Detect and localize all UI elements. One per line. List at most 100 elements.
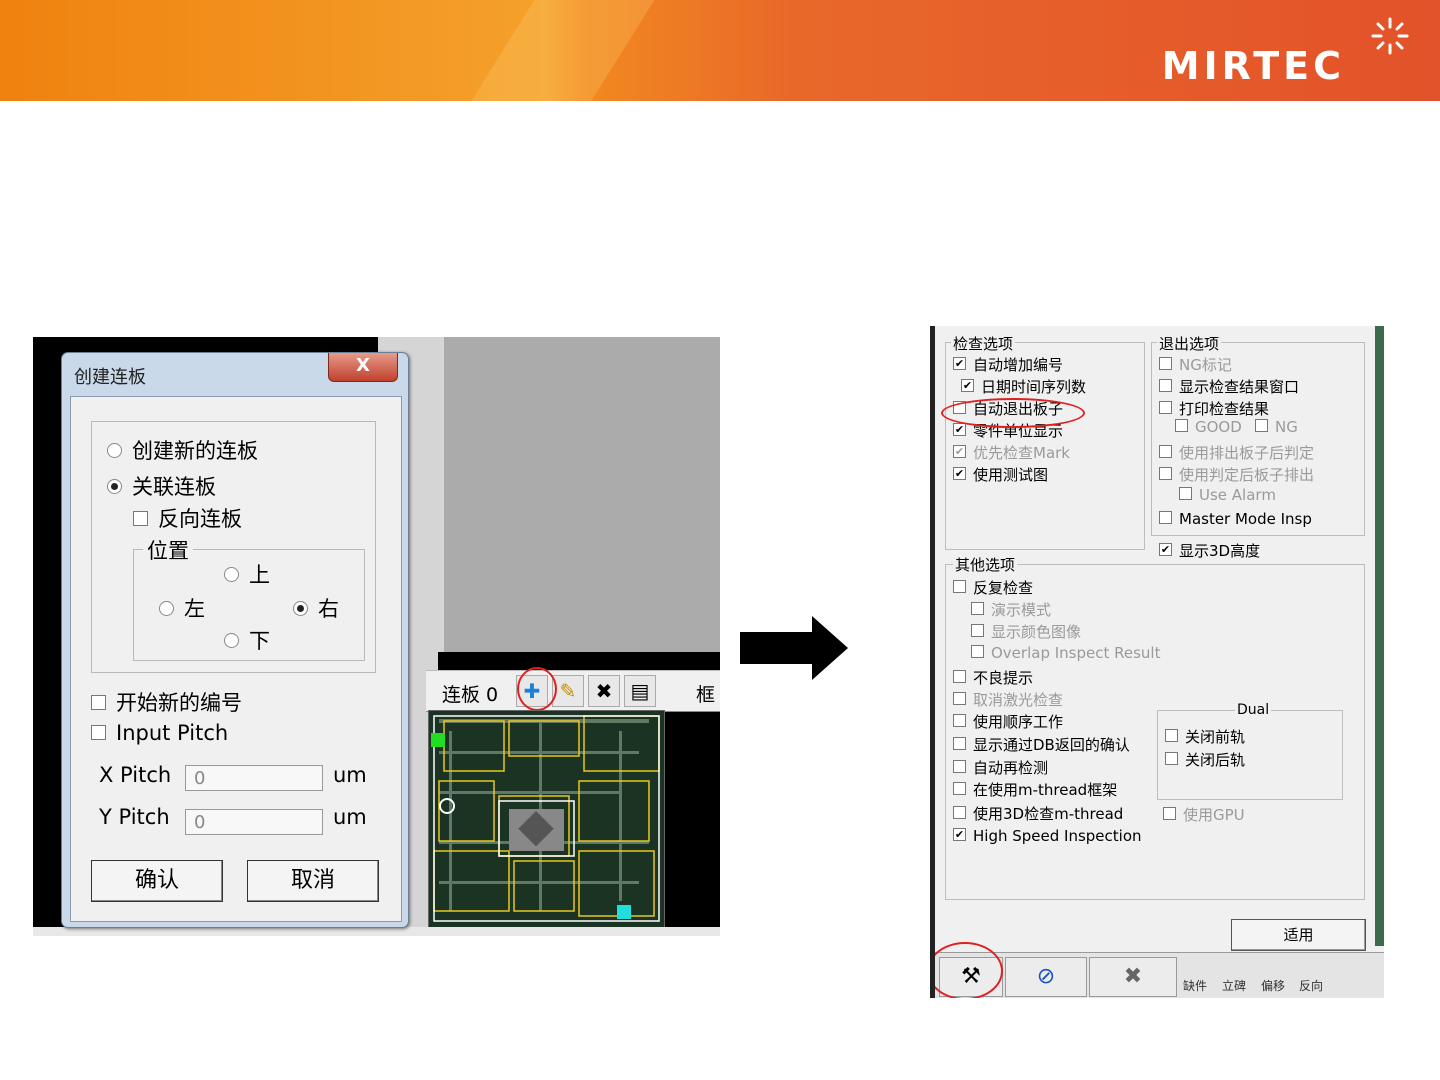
checkbox-box[interactable]: ✔	[953, 423, 966, 436]
exit-option[interactable]: 使用判定后板子排出	[1159, 464, 1314, 485]
show-3d-height-checkbox[interactable]: ✔ 显示3D高度	[1159, 540, 1260, 561]
mirtec-logo: MIRTEC	[1161, 44, 1345, 88]
tab-reverse[interactable]: 反向	[1299, 977, 1323, 994]
radio-position-right[interactable]: 右	[293, 593, 339, 623]
use-gpu-checkbox[interactable]: 使用GPU	[1163, 804, 1245, 825]
other-option[interactable]: 使用3D检查m-thread	[953, 803, 1123, 824]
close-tool-button[interactable]: ✖	[1089, 957, 1177, 997]
reverse-panel-box[interactable]	[133, 510, 148, 526]
other-option[interactable]: 显示通过DB返回的确认	[953, 734, 1130, 755]
position-group-title: 位置	[143, 535, 193, 565]
use-gpu-box[interactable]	[1163, 807, 1176, 820]
checkbox-box[interactable]	[1165, 729, 1178, 742]
inspect-options-title: 检查选项	[951, 333, 1016, 354]
other-option[interactable]: ✔ High Speed Inspection	[953, 827, 1142, 845]
inspect-option[interactable]: ✔ 自动增加编号	[953, 354, 1063, 375]
apply-button[interactable]: 适用	[1231, 919, 1366, 951]
checkbox-box[interactable]	[971, 624, 984, 637]
stop-button[interactable]: ⊘	[1005, 957, 1087, 997]
panel-count-label: 连板 0	[442, 684, 499, 706]
tab-tombstone[interactable]: 立碑	[1222, 977, 1246, 994]
start-numbering-checkbox[interactable]: 开始新的编号	[91, 687, 242, 717]
checkbox-box[interactable]	[1159, 467, 1172, 480]
cancel-button[interactable]: 取消	[247, 860, 379, 902]
dual-option[interactable]: 关闭后轨	[1165, 749, 1245, 770]
bottom-border	[33, 927, 720, 936]
radio-left-circle[interactable]	[159, 600, 174, 616]
exit-option[interactable]: NG	[1255, 418, 1298, 436]
input-pitch-box[interactable]	[91, 724, 106, 740]
radio-link-panel[interactable]: 关联连板	[107, 471, 216, 501]
other-option[interactable]: Overlap Inspect Result	[971, 644, 1160, 662]
delete-panel-button[interactable]: ✖	[588, 675, 620, 707]
exit-option[interactable]: 使用排出板子后判定	[1159, 442, 1314, 463]
checkbox-box[interactable]	[953, 782, 966, 795]
exit-option[interactable]: 打印检查结果	[1159, 398, 1269, 419]
exit-option[interactable]: GOOD	[1175, 418, 1242, 436]
other-option[interactable]: 反复检查	[953, 577, 1033, 598]
checkbox-box[interactable]	[971, 645, 984, 658]
dual-option[interactable]: 关闭前轨	[1165, 726, 1245, 747]
checkbox-box[interactable]	[1175, 419, 1188, 432]
checkbox-box[interactable]	[1159, 401, 1172, 414]
radio-link-panel-circle[interactable]	[107, 478, 122, 494]
checkbox-box[interactable]	[953, 760, 966, 773]
dual-group-title: Dual	[1235, 702, 1272, 718]
inspect-option[interactable]: ✔ 使用测试图	[953, 464, 1048, 485]
radio-right-circle[interactable]	[293, 600, 308, 616]
other-option[interactable]: 使用顺序工作	[953, 711, 1063, 732]
exit-option[interactable]: Master Mode Insp	[1159, 510, 1312, 528]
checkbox-box[interactable]	[953, 806, 966, 819]
checkbox-box[interactable]	[1159, 379, 1172, 392]
other-option[interactable]: 自动再检测	[953, 757, 1048, 778]
checkbox-box[interactable]: ✔	[961, 379, 974, 392]
tab-offset[interactable]: 偏移	[1261, 977, 1285, 994]
checkbox-box[interactable]	[1165, 752, 1178, 765]
radio-position-left[interactable]: 左	[159, 593, 205, 623]
checkbox-box[interactable]: ✔	[953, 445, 966, 458]
inspect-option[interactable]: ✔ 日期时间序列数	[961, 376, 1086, 397]
checkbox-box[interactable]	[953, 692, 966, 705]
radio-position-up[interactable]: 上	[224, 559, 270, 589]
close-icon: ✖	[1123, 964, 1143, 989]
y-pitch-label: Y Pitch	[99, 805, 170, 829]
checkbox-box[interactable]	[971, 602, 984, 615]
checkbox-box[interactable]	[953, 670, 966, 683]
other-option[interactable]: 取消激光检查	[953, 689, 1063, 710]
other-option[interactable]: 在使用m-thread框架	[953, 779, 1117, 800]
checkbox-box[interactable]	[1159, 357, 1172, 370]
exit-option[interactable]: NG标记	[1159, 354, 1232, 375]
radio-up-circle[interactable]	[224, 566, 239, 582]
exit-option[interactable]: Use Alarm	[1179, 486, 1276, 504]
other-option[interactable]: 演示模式	[971, 599, 1051, 620]
radio-position-down[interactable]: 下	[224, 625, 270, 655]
radio-down-circle[interactable]	[224, 632, 239, 648]
checkbox-box[interactable]: ✔	[953, 828, 966, 841]
checkbox-box[interactable]	[953, 714, 966, 727]
tab-missing[interactable]: 缺件	[1183, 977, 1207, 994]
frame-button[interactable]: ▤	[624, 675, 656, 707]
input-pitch-checkbox[interactable]: Input Pitch	[91, 721, 228, 745]
dialog-close-button[interactable]: X	[328, 353, 398, 382]
show-3d-height-box[interactable]: ✔	[1159, 543, 1172, 556]
other-option[interactable]: 不良提示	[953, 667, 1033, 688]
checkbox-box[interactable]	[1159, 445, 1172, 458]
checkbox-box[interactable]	[1179, 487, 1192, 500]
radio-create-new[interactable]: 创建新的连板	[107, 435, 258, 465]
y-pitch-input[interactable]: 0	[185, 809, 323, 835]
exit-option[interactable]: 显示检查结果窗口	[1159, 376, 1299, 397]
checkbox-box[interactable]	[1255, 419, 1268, 432]
x-pitch-input[interactable]: 0	[185, 765, 323, 791]
checkbox-box[interactable]: ✔	[953, 357, 966, 370]
start-numbering-box[interactable]	[91, 694, 106, 710]
checkbox-box[interactable]	[953, 580, 966, 593]
checkbox-box[interactable]	[1159, 511, 1172, 524]
radio-create-new-circle[interactable]	[107, 442, 122, 458]
checkbox-box[interactable]	[953, 737, 966, 750]
other-option[interactable]: 显示颜色图像	[971, 621, 1081, 642]
pcb-preview-image[interactable]	[428, 710, 665, 928]
inspect-option[interactable]: ✔ 优先检查Mark	[953, 442, 1070, 463]
reverse-panel-checkbox[interactable]: 反向连板	[133, 503, 242, 533]
confirm-button[interactable]: 确认	[91, 860, 223, 902]
checkbox-box[interactable]: ✔	[953, 467, 966, 480]
